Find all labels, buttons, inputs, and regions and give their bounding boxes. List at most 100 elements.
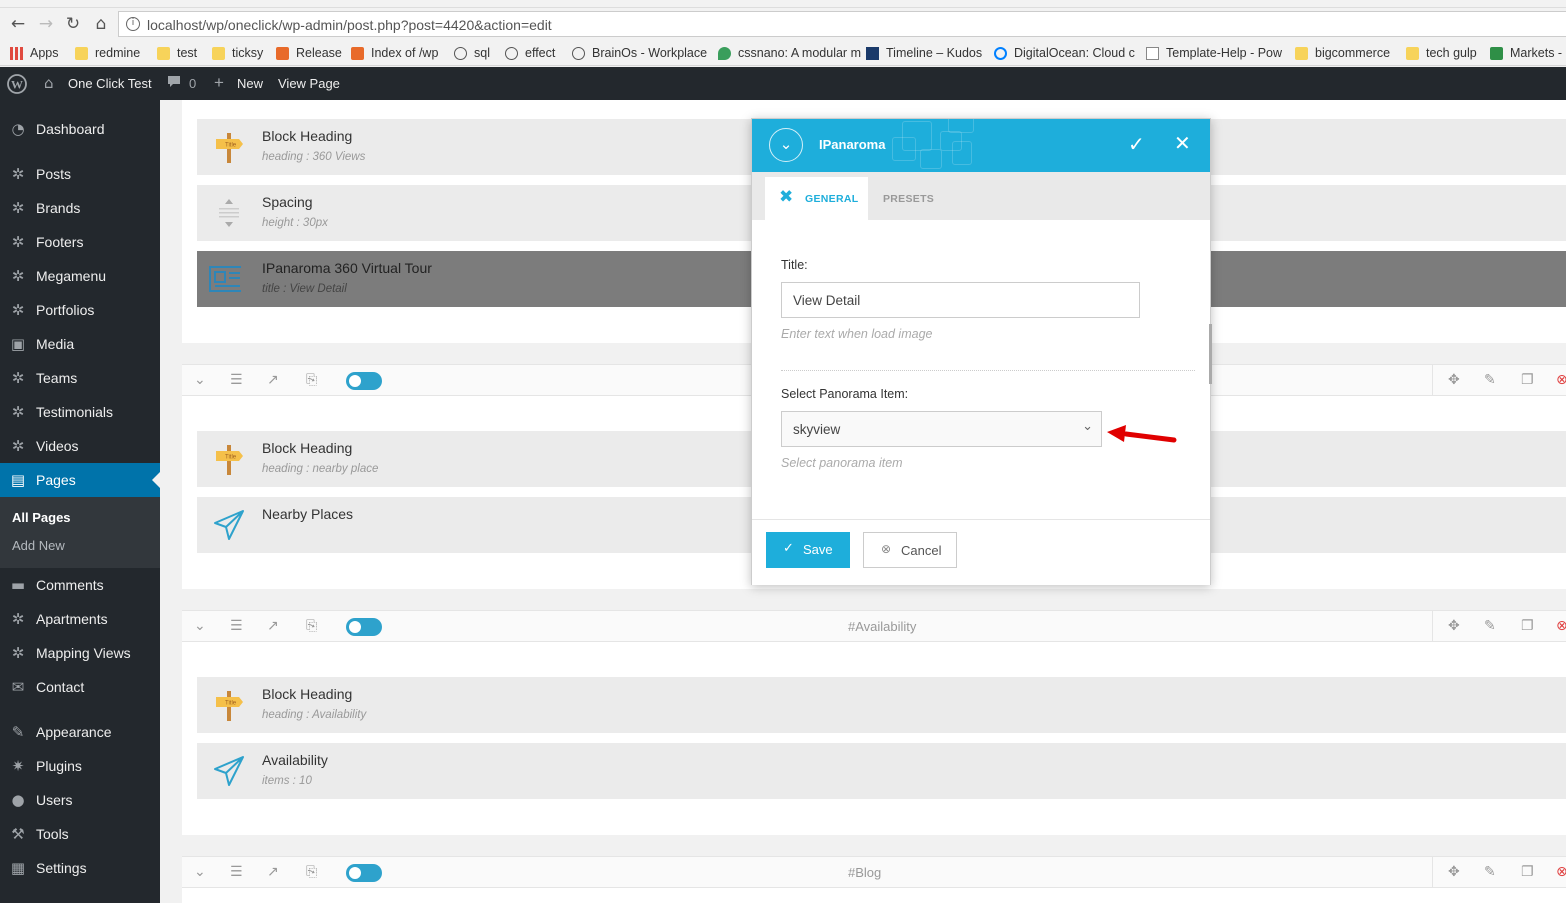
check-icon[interactable]: ✓: [1128, 132, 1145, 156]
delete-icon[interactable]: ⊗: [1556, 864, 1566, 880]
sidebar-item-pages[interactable]: ▤ Pages: [0, 463, 160, 497]
sidebar-item-testimonials[interactable]: ✲ Testimonials: [0, 395, 160, 429]
chevron-down-icon[interactable]: ⌄: [194, 372, 206, 388]
signpost-icon: Title: [216, 133, 243, 163]
sidebar-item-media[interactable]: ▣ Media: [0, 327, 160, 361]
address-bar[interactable]: i localhost/wp/oneclick/wp-admin/post.ph…: [118, 11, 1566, 37]
section-toggle[interactable]: [346, 372, 382, 390]
chevron-down-icon[interactable]: ⌄: [194, 864, 206, 880]
bookmark-icon: [1295, 46, 1308, 60]
bookmark-item[interactable]: Markets -: [1490, 45, 1562, 61]
sidebar-item-brands[interactable]: ✲ Brands: [0, 191, 160, 225]
list-icon[interactable]: ☰: [230, 618, 243, 634]
view-page-link[interactable]: View Page: [278, 76, 340, 91]
bookmark-item[interactable]: tech gulp: [1406, 45, 1477, 61]
collapse-chevron-icon[interactable]: ⌄: [769, 128, 803, 162]
chevron-down-icon[interactable]: ⌄: [194, 618, 206, 634]
edit-icon[interactable]: ✎: [1484, 864, 1496, 880]
site-name-link[interactable]: One Click Test: [68, 76, 152, 91]
sidebar-item-settings[interactable]: ▦ Settings: [0, 851, 160, 885]
tab-presets[interactable]: PRESETS: [883, 193, 934, 205]
modal-scrollbar[interactable]: [1209, 324, 1212, 384]
bookmark-item[interactable]: redmine: [75, 45, 140, 61]
sidebar-item-contact[interactable]: ✉ Contact: [0, 670, 160, 704]
move-icon[interactable]: ✥: [1448, 864, 1460, 880]
bookmark-item[interactable]: Release: [276, 45, 342, 61]
section-actions: ✥ ✎ ❐ ⊗: [1432, 365, 1566, 395]
pages-icon: ▤: [10, 471, 26, 489]
builder-element[interactable]: Title Block Heading heading : Availability: [197, 677, 1566, 733]
forward-icon[interactable]: →: [36, 14, 56, 34]
tab-general-label: GENERAL: [805, 193, 859, 205]
add-element-icon[interactable]: ⎘: [306, 372, 317, 388]
add-element-icon[interactable]: ⎘: [306, 618, 317, 634]
comment-count[interactable]: 0: [189, 76, 196, 91]
sidebar-item-apartments[interactable]: ✲ Apartments: [0, 602, 160, 636]
plus-icon[interactable]: +: [214, 73, 224, 93]
sidebar-item-dashboard[interactable]: ◔ Dashboard: [0, 112, 160, 146]
comment-icon[interactable]: [167, 75, 181, 92]
back-icon[interactable]: ←: [8, 14, 28, 34]
red-arrow-annotation: [1107, 425, 1177, 443]
sidebar-item-tools[interactable]: ⚒ Tools: [0, 817, 160, 851]
media-icon: ▣: [10, 335, 26, 353]
share-icon[interactable]: ↗: [267, 864, 279, 880]
info-icon[interactable]: i: [126, 17, 140, 31]
bookmark-item[interactable]: sql: [454, 45, 490, 61]
sidebar-item-label: Megamenu: [36, 268, 107, 284]
sidebar-item-plugins[interactable]: ✷ Plugins: [0, 749, 160, 783]
reload-icon[interactable]: ↻: [63, 14, 83, 34]
submenu-all-pages[interactable]: All Pages: [12, 510, 71, 525]
close-icon[interactable]: ✕: [1174, 131, 1191, 155]
delete-icon[interactable]: ⊗: [1556, 372, 1566, 388]
bookmark-item[interactable]: effect: [505, 45, 555, 61]
sidebar-item-users[interactable]: ● Users: [0, 783, 160, 817]
bookmark-item[interactable]: ticksy: [212, 45, 263, 61]
save-button[interactable]: ✓ Save: [766, 532, 850, 568]
add-element-icon[interactable]: ⎘: [306, 864, 317, 880]
bookmark-item[interactable]: Apps: [10, 45, 59, 61]
edit-icon[interactable]: ✎: [1484, 618, 1496, 634]
bookmark-item[interactable]: BrainOs - Workplace: [572, 45, 707, 61]
list-icon[interactable]: ☰: [230, 372, 243, 388]
bookmark-item[interactable]: Timeline – Kudos: [866, 45, 982, 61]
copy-icon[interactable]: ❐: [1521, 864, 1534, 880]
bookmark-item[interactable]: Index of /wp: [351, 45, 438, 61]
panorama-select[interactable]: skyview ⌄: [781, 411, 1102, 447]
delete-icon[interactable]: ⊗: [1556, 618, 1566, 634]
bookmark-item[interactable]: bigcommerce: [1295, 45, 1390, 61]
title-input[interactable]: View Detail: [781, 282, 1140, 318]
submenu-add-new[interactable]: Add New: [12, 538, 65, 553]
builder-element[interactable]: Availability items : 10: [197, 743, 1566, 799]
bookmark-item[interactable]: DigitalOcean: Cloud c: [994, 45, 1135, 61]
bookmark-item[interactable]: cssnano: A modular m: [718, 45, 861, 61]
sidebar-item-label: Plugins: [36, 758, 82, 774]
edit-icon[interactable]: ✎: [1484, 372, 1496, 388]
cancel-button[interactable]: ⊗ Cancel: [863, 532, 957, 568]
home-icon[interactable]: ⌂: [91, 14, 111, 34]
share-icon[interactable]: ↗: [267, 618, 279, 634]
sidebar-item-portfolios[interactable]: ✲ Portfolios: [0, 293, 160, 327]
list-icon[interactable]: ☰: [230, 864, 243, 880]
share-icon[interactable]: ↗: [267, 372, 279, 388]
move-icon[interactable]: ✥: [1448, 372, 1460, 388]
section-toggle[interactable]: [346, 618, 382, 636]
sidebar-item-teams[interactable]: ✲ Teams: [0, 361, 160, 395]
copy-icon[interactable]: ❐: [1521, 372, 1534, 388]
new-link[interactable]: New: [237, 76, 263, 91]
wordpress-logo-icon[interactable]: W: [7, 74, 27, 94]
bookmark-item[interactable]: test: [157, 45, 197, 61]
sidebar-item-appearance[interactable]: ✎ Appearance: [0, 715, 160, 749]
section-toggle[interactable]: [346, 864, 382, 882]
sidebar-item-megamenu[interactable]: ✲ Megamenu: [0, 259, 160, 293]
sidebar-item-posts[interactable]: ✲ Posts: [0, 157, 160, 191]
sidebar-item-mapping-views[interactable]: ✲ Mapping Views: [0, 636, 160, 670]
sidebar-item-comments[interactable]: ▬ Comments: [0, 568, 160, 602]
move-icon[interactable]: ✥: [1448, 618, 1460, 634]
sidebar-item-videos[interactable]: ✲ Videos: [0, 429, 160, 463]
copy-icon[interactable]: ❐: [1521, 618, 1534, 634]
sidebar-item-footers[interactable]: ✲ Footers: [0, 225, 160, 259]
tab-general[interactable]: ✖ GENERAL: [765, 177, 868, 220]
bookmark-item[interactable]: Template-Help - Pow: [1146, 45, 1282, 61]
bookmark-icon: [994, 46, 1007, 60]
